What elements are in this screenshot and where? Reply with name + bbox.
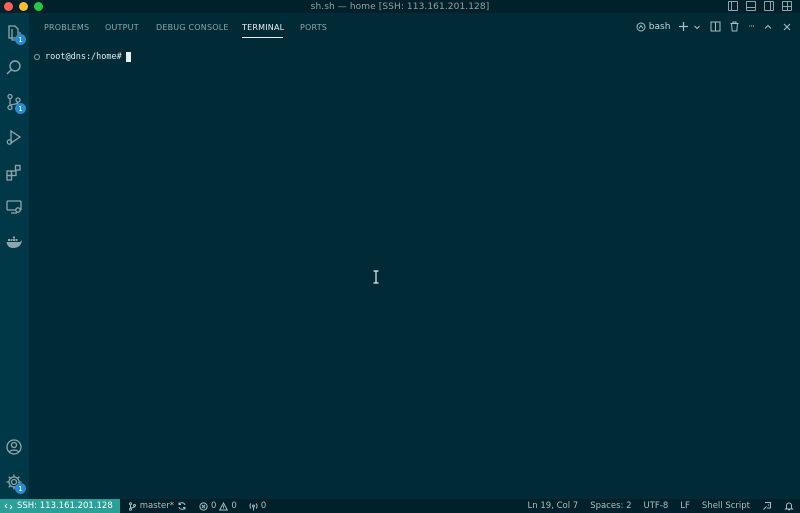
activity-bar: 1 1 1 xyxy=(0,13,29,499)
settings-button[interactable]: 1 xyxy=(3,471,26,494)
split-icon xyxy=(710,21,721,32)
git-branch-icon xyxy=(128,501,136,511)
search-icon xyxy=(6,60,21,75)
close-icon xyxy=(783,23,790,30)
chevron-up-icon xyxy=(764,24,771,29)
command-decoration-icon xyxy=(34,54,40,60)
end-of-line[interactable]: LF xyxy=(680,501,690,511)
customize-layout-icon[interactable] xyxy=(782,1,792,11)
tab-terminal[interactable]: TERMINAL xyxy=(242,23,284,32)
layout-controls xyxy=(728,1,792,11)
more-actions-button[interactable]: ··· xyxy=(748,22,755,32)
new-terminal-button[interactable] xyxy=(678,21,689,32)
branch-label: master* xyxy=(139,501,174,511)
toggle-primary-sidebar-icon[interactable] xyxy=(728,1,738,11)
tab-debug-console[interactable]: DEBUG CONSOLE xyxy=(156,23,229,32)
tab-problems[interactable]: PROBLEMS xyxy=(44,23,89,32)
run-debug-icon xyxy=(6,129,22,145)
explorer-button[interactable]: 1 xyxy=(3,22,26,45)
indentation[interactable]: Spaces: 2 xyxy=(590,501,631,511)
close-window-button[interactable] xyxy=(4,2,13,11)
search-button[interactable] xyxy=(3,57,25,79)
source-control-button[interactable]: 1 xyxy=(3,91,26,114)
tab-ports[interactable]: PORTS xyxy=(300,23,327,32)
terminal-shell-icon xyxy=(636,22,646,31)
extensions-button[interactable] xyxy=(3,161,25,183)
toggle-panel-icon[interactable] xyxy=(746,1,756,11)
active-tab-indicator xyxy=(242,37,283,38)
branch-indicator[interactable]: master* xyxy=(128,501,187,511)
account-button[interactable] xyxy=(3,436,25,458)
toggle-secondary-sidebar-icon[interactable] xyxy=(764,1,774,11)
text-cursor-icon xyxy=(373,270,379,284)
minimize-window-button[interactable] xyxy=(19,2,28,11)
run-debug-button[interactable] xyxy=(3,126,25,148)
remote-indicator[interactable]: SSH: 113.161.201.128 xyxy=(0,499,120,513)
plus-icon xyxy=(679,22,689,31)
radio-tower-icon xyxy=(249,502,258,510)
cursor-position[interactable]: Ln 19, Col 7 xyxy=(528,501,579,511)
language-mode[interactable]: Shell Script xyxy=(702,501,750,511)
status-bar: SSH: 113.161.201.128 master* 0 0 0 Ln 19… xyxy=(0,499,800,513)
remote-label: SSH: 113.161.201.128 xyxy=(17,501,113,511)
explorer-badge: 1 xyxy=(15,34,26,45)
ports-indicator[interactable]: 0 xyxy=(249,501,266,511)
terminal-cursor xyxy=(125,52,131,62)
chevron-down-icon xyxy=(694,25,700,29)
error-icon xyxy=(199,501,208,511)
window-controls xyxy=(4,2,43,11)
remote-explorer-button[interactable] xyxy=(3,196,25,218)
tab-output[interactable]: OUTPUT xyxy=(105,23,139,32)
shell-label: bash xyxy=(648,21,671,32)
title-bar: sh.sh — home [SSH: 113.161.201.128] xyxy=(0,0,800,13)
file-encoding[interactable]: UTF-8 xyxy=(644,501,669,511)
terminal-shell-selector[interactable]: bash xyxy=(636,21,671,32)
warning-count: 0 xyxy=(231,501,237,511)
account-icon xyxy=(6,439,22,455)
extensions-icon xyxy=(6,164,21,181)
remote-explorer-icon xyxy=(6,200,22,214)
zoom-window-button[interactable] xyxy=(34,2,43,11)
maximize-panel-button[interactable] xyxy=(762,21,773,32)
sync-icon xyxy=(178,502,186,510)
error-count: 0 xyxy=(210,501,217,511)
ports-count: 0 xyxy=(260,501,267,511)
terminal-prompt: root@dns:/home# xyxy=(45,52,122,62)
problems-indicator[interactable]: 0 0 xyxy=(199,501,237,511)
docker-icon xyxy=(6,236,22,248)
trash-icon xyxy=(730,21,739,32)
window-title: sh.sh — home [SSH: 113.161.201.128] xyxy=(310,1,490,12)
terminal-prompt-line: root@dns:/home# xyxy=(34,52,131,62)
kill-terminal-button[interactable] xyxy=(729,21,740,32)
warning-icon xyxy=(219,501,229,510)
source-control-badge: 1 xyxy=(15,103,26,114)
panel-header: PROBLEMS OUTPUT DEBUG CONSOLE TERMINAL P… xyxy=(29,13,800,43)
terminal-actions: bash ··· xyxy=(636,21,792,32)
terminal-view[interactable]: root@dns:/home# xyxy=(29,43,800,499)
feedback-icon[interactable] xyxy=(762,501,772,511)
status-bar-right: Ln 19, Col 7 Spaces: 2 UTF-8 LF Shell Sc… xyxy=(528,499,794,513)
split-terminal-button[interactable] xyxy=(710,21,721,32)
notifications-bell-icon[interactable] xyxy=(784,501,794,511)
remote-icon xyxy=(4,503,13,509)
settings-badge: 1 xyxy=(15,483,26,494)
docker-button[interactable] xyxy=(3,231,25,253)
launch-profile-button[interactable] xyxy=(691,21,702,32)
close-panel-button[interactable] xyxy=(781,21,792,32)
